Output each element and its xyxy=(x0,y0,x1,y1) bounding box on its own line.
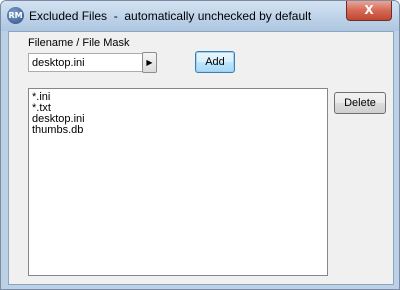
excluded-files-window: RM Excluded Files - automatically unchec… xyxy=(0,0,400,290)
add-button[interactable]: Add xyxy=(195,51,235,73)
mask-options-button[interactable]: ▶ xyxy=(142,52,157,73)
window-title: Excluded Files - automatically unchecked… xyxy=(29,9,312,23)
list-item[interactable]: thumbs.db xyxy=(29,125,327,136)
close-icon: X xyxy=(364,3,374,17)
list-item[interactable]: *.ini xyxy=(29,92,327,103)
dialog-body: Filename / File Mask ▶ Add *.ini *.txt d… xyxy=(8,31,394,285)
filename-input[interactable] xyxy=(28,53,146,72)
title-bar[interactable]: RM Excluded Files - automatically unchec… xyxy=(1,1,399,31)
arrow-right-icon: ▶ xyxy=(146,58,153,67)
delete-button[interactable]: Delete xyxy=(334,92,386,114)
app-logo-icon: RM xyxy=(7,7,24,24)
close-button[interactable]: X xyxy=(346,1,392,21)
excluded-files-list[interactable]: *.ini *.txt desktop.ini thumbs.db xyxy=(28,88,328,276)
filename-label: Filename / File Mask xyxy=(28,37,130,49)
